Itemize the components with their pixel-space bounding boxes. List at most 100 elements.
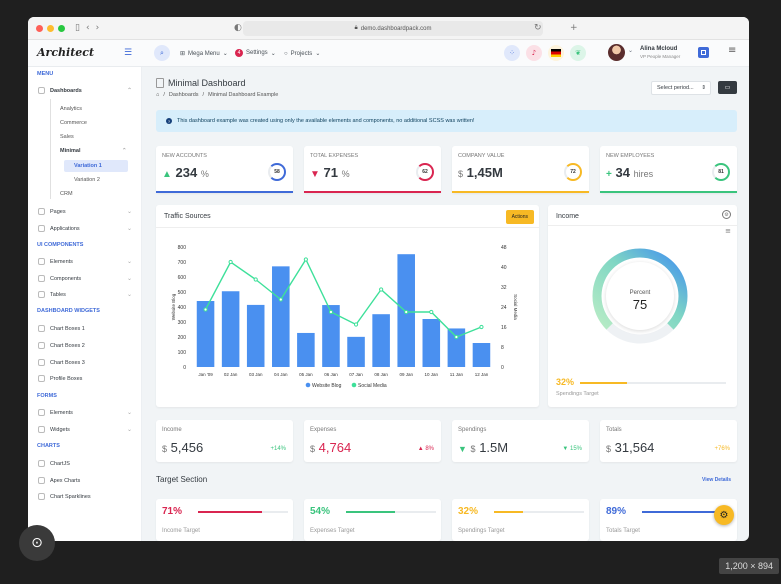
stat-currency: $ xyxy=(606,444,612,454)
close-dot[interactable] xyxy=(36,24,43,32)
sidebar-heading-ui: UI COMPONENTS xyxy=(37,242,84,248)
sidebar-item-analytics[interactable]: Analytics xyxy=(60,106,82,112)
sidebar-item-applications[interactable]: Applications ⌄ xyxy=(38,225,132,232)
search-icon[interactable]: ⌕ xyxy=(154,45,170,61)
sidebar-item-variation-2[interactable]: Variation 2 xyxy=(74,177,100,183)
chevron-down-icon: ⌄ xyxy=(315,51,321,57)
hamburger-icon[interactable]: ☰ xyxy=(124,49,132,58)
lock-icon: 🔒︎ xyxy=(354,25,358,31)
stat-card: Totals $ 31,564 +76% xyxy=(600,420,737,462)
mega-menu-button[interactable]: ⊞ Mega Menu ⌄ xyxy=(180,50,228,58)
stat-label: Income xyxy=(162,427,182,433)
sidebar-item-chart-boxes-1[interactable]: Chart Boxes 1 xyxy=(38,325,132,332)
stat-change: ▲ 8% xyxy=(417,446,434,452)
sidebar-item-pages[interactable]: Pages ⌄ xyxy=(38,208,132,215)
sidebar-item-crm[interactable]: CRM xyxy=(60,191,73,197)
bar xyxy=(347,336,365,367)
kpi-value: ▼ 71 % xyxy=(310,165,350,180)
settings-button[interactable]: 4 Settings ⌄ xyxy=(235,49,276,57)
line-point xyxy=(228,259,233,265)
sidebar-item-label: Profile Boxes xyxy=(50,375,83,382)
line-point xyxy=(429,309,434,315)
sidebar-item-form-elements[interactable]: Elements ⌄ xyxy=(38,409,132,416)
chart-icon xyxy=(38,325,45,332)
back-icon[interactable]: ‹ xyxy=(86,23,90,33)
bell-icon[interactable]: ♪ xyxy=(526,45,542,61)
sidebar-item-label: Dashboards xyxy=(50,87,82,94)
sidebar-item-profile-boxes[interactable]: Profile Boxes xyxy=(38,375,132,382)
gear-icon[interactable]: ⚙ xyxy=(722,210,731,219)
sidebar-item-label: Elements xyxy=(50,409,73,416)
sidebar-item-components[interactable]: Components ⌄ xyxy=(38,275,132,282)
circle-icon: ○ xyxy=(284,50,288,57)
toggle-button[interactable]: ▭ xyxy=(718,81,737,94)
target-card: 54% Expenses Target xyxy=(304,499,441,541)
address-bar[interactable]: 🔒︎ demo.dashboardpack.com xyxy=(243,21,543,36)
kpi-label: COMPANY VALUE xyxy=(458,153,505,159)
forward-icon[interactable]: › xyxy=(96,23,100,33)
home-icon[interactable]: ⌂ xyxy=(156,92,159,98)
kpi-card: COMPANY VALUE $ 1,45M 72 xyxy=(452,146,589,193)
sidebar-item-elements[interactable]: Elements ⌄ xyxy=(38,258,132,265)
reload-icon[interactable]: ↻ xyxy=(534,23,542,33)
sidebar: MENU Dashboards ⌃ Analytics Commerce Sale… xyxy=(28,67,142,541)
sidebar-item-chartjs[interactable]: ChartJS xyxy=(38,460,132,467)
sidebar-heading-charts: CHARTS xyxy=(37,443,60,449)
kpi-number: 71 xyxy=(323,165,338,180)
y2-tick-label: 24 xyxy=(501,305,507,311)
settings-fab-icon[interactable]: ⚙ xyxy=(714,505,734,525)
y2-tick-label: 48 xyxy=(501,245,507,251)
stat-card: Expenses $ 4,764 ▲ 8% xyxy=(304,420,441,462)
kpi-currency: $ xyxy=(458,169,464,179)
projects-button[interactable]: ○ Projects ⌄ xyxy=(284,50,321,58)
car-icon xyxy=(38,275,45,282)
avatar[interactable] xyxy=(608,44,625,61)
lightbulb-icon xyxy=(38,409,45,416)
sidebar-heading-forms: FORMS xyxy=(37,393,57,399)
sidebar-item-apex[interactable]: Apex Charts xyxy=(38,477,132,484)
period-select[interactable]: Select period... ⇕ xyxy=(651,81,711,95)
apps-grid-icon[interactable]: ⁘ xyxy=(504,45,520,61)
stat-number: 5,456 xyxy=(170,440,204,455)
sidebar-item-dashboards[interactable]: Dashboards ⌃ xyxy=(38,87,132,94)
breadcrumb-dashboards[interactable]: Dashboards xyxy=(169,92,199,98)
menu-icon[interactable]: ≡ xyxy=(728,46,736,56)
sidebar-toggle-icon[interactable]: ▯ xyxy=(75,23,80,33)
sidebar-item-sales[interactable]: Sales xyxy=(60,134,74,140)
sidebar-item-commerce[interactable]: Commerce xyxy=(60,120,87,126)
list-icon[interactable]: ≡ xyxy=(725,228,731,235)
chart-icon xyxy=(38,359,45,366)
german-flag-icon[interactable] xyxy=(548,45,564,61)
lens-icon[interactable]: ⊙ xyxy=(19,525,55,561)
updown-icon: ⇕ xyxy=(701,85,706,91)
income-title: Income xyxy=(556,213,579,220)
avatar-chevron-icon[interactable]: ⌄ xyxy=(628,47,633,54)
new-tab-icon[interactable]: + xyxy=(570,23,578,33)
sidebar-item-sparklines[interactable]: Chart Sparklines xyxy=(38,493,132,500)
kpi-ring: 62 xyxy=(416,163,434,181)
chevron-down-icon: ⌄ xyxy=(126,208,132,215)
actions-button[interactable]: Actions xyxy=(505,210,534,224)
leaf-icon[interactable]: ❦ xyxy=(570,45,586,61)
kpi-number: 34 xyxy=(615,165,630,180)
income-gauge: Percent 75 xyxy=(592,248,688,344)
sidebar-item-chart-boxes-2[interactable]: Chart Boxes 2 xyxy=(38,342,132,349)
image-size-badge: 1,200 × 894 xyxy=(719,558,779,574)
maximize-dot[interactable] xyxy=(58,24,65,32)
kpi-accent-bar xyxy=(304,191,441,193)
sidebar-item-label: Chart Boxes 2 xyxy=(50,342,85,349)
sidebar-item-label: ChartJS xyxy=(50,460,70,467)
minimize-dot[interactable] xyxy=(47,24,54,32)
sidebar-item-tables[interactable]: Tables ⌄ xyxy=(38,291,132,298)
income-target-label: Spendings Target xyxy=(556,391,599,397)
sidebar-item-form-widgets[interactable]: Widgets ⌄ xyxy=(38,426,132,433)
target-fill xyxy=(346,511,395,513)
view-details-link[interactable]: View Details xyxy=(702,477,731,483)
x-tick-label: 04 Jan xyxy=(274,372,288,377)
stat-currency: $ xyxy=(162,444,168,454)
sidebar-item-minimal[interactable]: Minimal ⌃ xyxy=(60,148,127,154)
sidebar-item-chart-boxes-3[interactable]: Chart Boxes 3 xyxy=(38,359,132,366)
kpi-label: TOTAL EXPENSES xyxy=(310,153,359,159)
sidebar-item-variation-1[interactable]: Variation 1 xyxy=(74,163,102,169)
calendar-icon[interactable] xyxy=(698,47,709,58)
